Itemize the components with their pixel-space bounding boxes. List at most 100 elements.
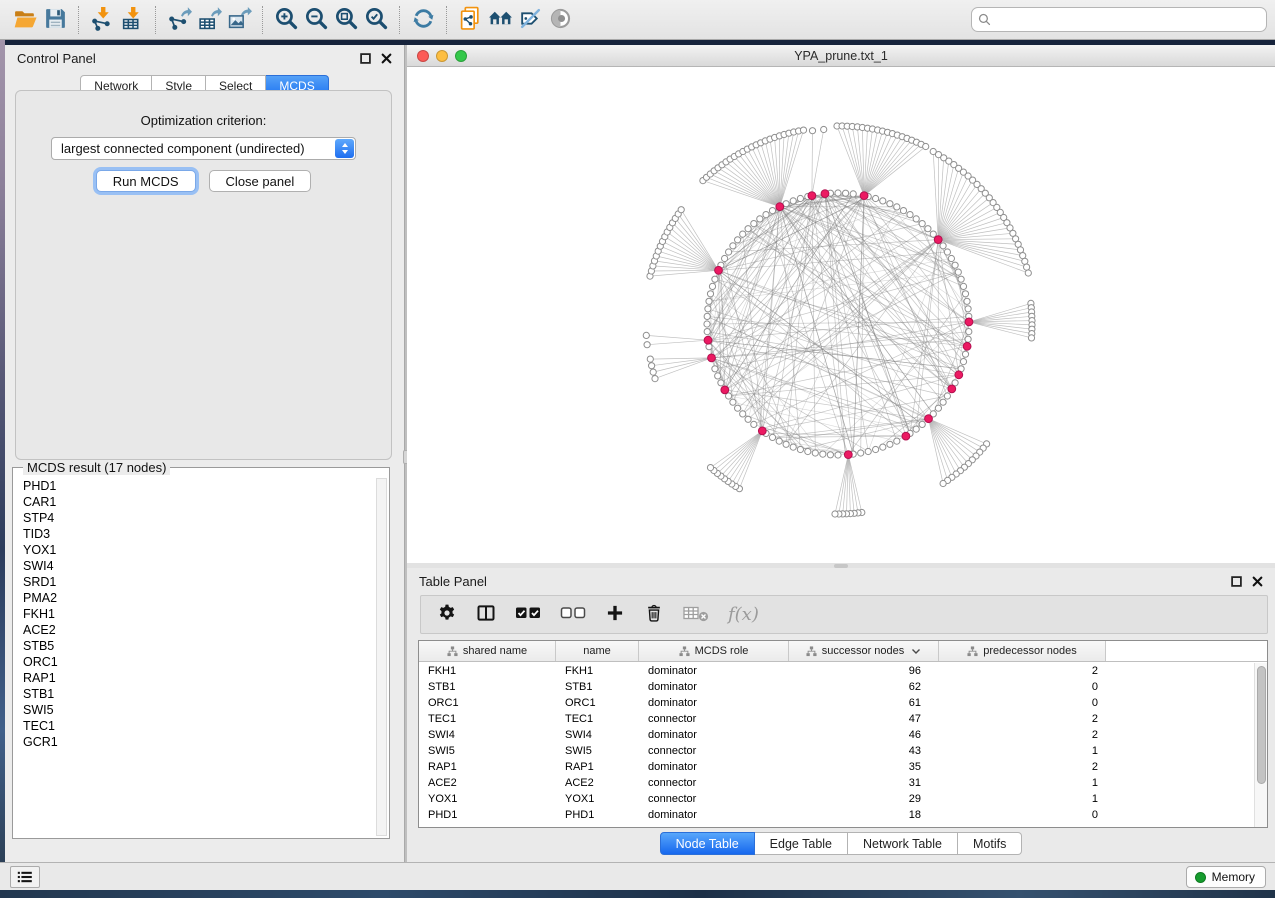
- network-node[interactable]: [649, 363, 655, 369]
- table-row[interactable]: ACE2ACE2connector311: [419, 775, 1254, 791]
- network-node[interactable]: [757, 216, 763, 222]
- network-window-titlebar[interactable]: YPA_prune.txt_1: [407, 45, 1275, 67]
- network-node[interactable]: [751, 221, 757, 227]
- mcds-node[interactable]: [965, 318, 973, 326]
- network-node[interactable]: [944, 249, 950, 255]
- network-node[interactable]: [940, 399, 946, 405]
- add-column-button[interactable]: [605, 603, 625, 627]
- mcds-result-item[interactable]: STP4: [14, 510, 375, 526]
- network-node[interactable]: [873, 195, 879, 201]
- mcds-result-item[interactable]: TID3: [14, 526, 375, 542]
- network-node[interactable]: [769, 208, 775, 214]
- mcds-node[interactable]: [963, 342, 971, 350]
- task-history-button[interactable]: [10, 866, 40, 888]
- mcds-node[interactable]: [704, 336, 712, 344]
- network-node[interactable]: [925, 226, 931, 232]
- network-node[interactable]: [887, 201, 893, 207]
- network-node[interactable]: [790, 198, 796, 204]
- mcds-node[interactable]: [808, 192, 816, 200]
- mcds-result-item[interactable]: PMA2: [14, 590, 375, 606]
- table-scrollbar-thumb[interactable]: [1257, 666, 1266, 784]
- network-node[interactable]: [948, 255, 954, 261]
- network-node[interactable]: [763, 212, 769, 218]
- mcds-node[interactable]: [776, 203, 784, 211]
- mcds-result-item[interactable]: PHD1: [14, 478, 375, 494]
- mcds-result-item[interactable]: STB5: [14, 638, 375, 654]
- close-panel-button[interactable]: [380, 52, 392, 64]
- network-node[interactable]: [960, 283, 966, 289]
- mcds-result-item[interactable]: STB1: [14, 686, 375, 702]
- mcds-result-item[interactable]: FKH1: [14, 606, 375, 622]
- network-node[interactable]: [647, 356, 653, 362]
- network-node[interactable]: [835, 190, 841, 196]
- network-node[interactable]: [835, 452, 841, 458]
- mcds-result-item[interactable]: SWI5: [14, 702, 375, 718]
- network-node[interactable]: [751, 421, 757, 427]
- mcds-result-item[interactable]: ORC1: [14, 654, 375, 670]
- table-row[interactable]: FKH1FKH1dominator962: [419, 663, 1254, 679]
- network-node[interactable]: [740, 411, 746, 417]
- clone-network-button[interactable]: [455, 5, 485, 35]
- network-node[interactable]: [809, 128, 815, 134]
- table-row[interactable]: SWI5SWI5connector431: [419, 743, 1254, 759]
- table-row[interactable]: YOX1YOX1connector291: [419, 791, 1254, 807]
- network-node[interactable]: [812, 450, 818, 456]
- network-node[interactable]: [880, 444, 886, 450]
- mcds-node[interactable]: [708, 354, 716, 362]
- show-graphics-button[interactable]: [545, 5, 575, 35]
- export-network-button[interactable]: [164, 5, 194, 35]
- network-node[interactable]: [919, 421, 925, 427]
- table-row[interactable]: TEC1TEC1connector472: [419, 711, 1254, 727]
- network-node[interactable]: [913, 216, 919, 222]
- float-panel-button[interactable]: [359, 52, 371, 64]
- network-node[interactable]: [722, 255, 728, 261]
- network-node[interactable]: [718, 380, 724, 386]
- table-scrollbar[interactable]: [1254, 663, 1267, 827]
- mcds-node[interactable]: [715, 266, 723, 274]
- network-node[interactable]: [1022, 258, 1028, 264]
- network-node[interactable]: [827, 452, 833, 458]
- network-node[interactable]: [966, 329, 972, 335]
- import-network-button[interactable]: [87, 5, 117, 35]
- network-node[interactable]: [726, 249, 732, 255]
- network-node[interactable]: [704, 321, 710, 327]
- zoom-fit-button[interactable]: [331, 5, 361, 35]
- table-row[interactable]: PHD1PHD1dominator180: [419, 807, 1254, 823]
- network-node[interactable]: [858, 450, 864, 456]
- network-node[interactable]: [820, 451, 826, 457]
- network-canvas[interactable]: [407, 67, 1275, 563]
- network-node[interactable]: [907, 212, 913, 218]
- network-node[interactable]: [940, 480, 946, 486]
- network-node[interactable]: [730, 243, 736, 249]
- close-panel-button-mcds[interactable]: Close panel: [209, 170, 312, 192]
- network-node[interactable]: [935, 405, 941, 411]
- network-node[interactable]: [894, 204, 900, 210]
- network-node[interactable]: [745, 416, 751, 422]
- network-node[interactable]: [705, 306, 711, 312]
- mcds-result-item[interactable]: SWI4: [14, 558, 375, 574]
- mcds-node[interactable]: [934, 236, 942, 244]
- network-node[interactable]: [952, 262, 958, 268]
- network-node[interactable]: [962, 291, 968, 297]
- network-node[interactable]: [797, 195, 803, 201]
- import-table-button[interactable]: [117, 5, 147, 35]
- mcds-result-item[interactable]: ACE2: [14, 622, 375, 638]
- refresh-button[interactable]: [408, 5, 438, 35]
- network-node[interactable]: [776, 438, 782, 444]
- network-node[interactable]: [965, 306, 971, 312]
- network-node[interactable]: [790, 444, 796, 450]
- network-node[interactable]: [730, 399, 736, 405]
- network-node[interactable]: [652, 376, 658, 382]
- network-node[interactable]: [707, 291, 713, 297]
- network-node[interactable]: [643, 332, 649, 338]
- column-header-MCDS-role[interactable]: MCDS role: [639, 641, 789, 661]
- network-node[interactable]: [715, 373, 721, 379]
- mcds-node[interactable]: [721, 386, 729, 394]
- network-node[interactable]: [965, 336, 971, 342]
- network-node[interactable]: [960, 359, 966, 365]
- table-row[interactable]: STB1STB1dominator620: [419, 679, 1254, 695]
- network-node[interactable]: [958, 276, 964, 282]
- deselect-checks-button[interactable]: [560, 603, 586, 627]
- network-node[interactable]: [644, 342, 650, 348]
- network-node[interactable]: [887, 441, 893, 447]
